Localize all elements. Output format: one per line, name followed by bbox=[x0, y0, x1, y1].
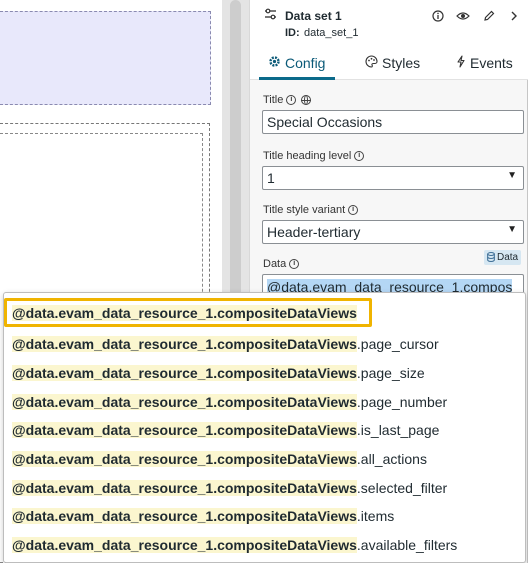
title-input[interactable]: Special Occasions bbox=[262, 110, 524, 134]
data-field-label: Data i bbox=[263, 258, 300, 270]
heading-level-select[interactable]: 1 ▼ bbox=[262, 166, 524, 190]
data-source-badge[interactable]: Data bbox=[484, 250, 522, 265]
component-id-value: data_set_1 bbox=[304, 27, 359, 39]
chevron-down-icon: ▼ bbox=[507, 170, 517, 181]
suggestion-suffix: .selected_filter bbox=[356, 479, 448, 496]
suggestion-item[interactable]: @data.evam_data_resource_1.compositeData… bbox=[4, 501, 525, 530]
info-icon[interactable]: i bbox=[354, 151, 365, 161]
lightning-icon bbox=[456, 55, 466, 71]
data-autocomplete-dropdown: @data.evam_data_resource_1.compositeData… bbox=[3, 292, 526, 563]
suggestion-match: @data.evam_data_resource_1.compositeData… bbox=[12, 450, 357, 467]
suggestion-suffix: .items bbox=[356, 507, 395, 524]
suggestion-item[interactable]: @data.evam_data_resource_1.compositeData… bbox=[4, 329, 525, 358]
canvas-block-header[interactable] bbox=[0, 11, 211, 105]
chevron-down-icon: ▼ bbox=[507, 224, 517, 235]
suggestion-suffix: .page_number bbox=[356, 393, 448, 410]
info-icon[interactable] bbox=[430, 8, 446, 24]
chevron-right-icon[interactable] bbox=[506, 8, 522, 24]
suggestion-match: @data.evam_data_resource_1.compositeData… bbox=[12, 335, 357, 352]
suggestion-match: @data.evam_data_resource_1.compositeData… bbox=[12, 393, 357, 410]
heading-level-label-text: Title heading level bbox=[263, 150, 352, 162]
suggestion-item[interactable]: @data.evam_data_resource_1.compositeData… bbox=[4, 415, 525, 444]
suggestion-item[interactable]: @data.evam_data_resource_1.compositeData… bbox=[4, 387, 525, 416]
title-field-label: Title i bbox=[263, 94, 312, 106]
style-variant-label: Title style variant i bbox=[263, 204, 359, 216]
suggestion-item[interactable]: @data.evam_data_resource_1.compositeData… bbox=[4, 358, 525, 387]
heading-level-value: 1 bbox=[267, 170, 275, 186]
suggestion-suffix: .is_last_page bbox=[356, 421, 440, 438]
suggestion-match: @data.evam_data_resource_1.compositeData… bbox=[12, 507, 357, 524]
gear-icon bbox=[268, 55, 281, 71]
info-icon[interactable]: i bbox=[348, 205, 359, 215]
suggestion-suffix: .page_size bbox=[356, 364, 425, 381]
suggestion-match: @data.evam_data_resource_1.compositeData… bbox=[12, 479, 357, 496]
data-label-text: Data bbox=[263, 258, 287, 270]
style-variant-label-text: Title style variant bbox=[263, 204, 346, 216]
component-id-label: ID: bbox=[285, 27, 300, 39]
info-icon[interactable]: i bbox=[289, 259, 300, 269]
suggestion-item[interactable]: @data.evam_data_resource_1.compositeData… bbox=[4, 530, 525, 559]
style-variant-value: Header-tertiary bbox=[267, 224, 361, 240]
info-icon[interactable]: i bbox=[286, 95, 297, 105]
tab-config-label: Config bbox=[285, 55, 326, 71]
style-variant-select[interactable]: Header-tertiary ▼ bbox=[262, 220, 524, 244]
suggestion-item[interactable]: @data.evam_data_resource_1.compositeData… bbox=[4, 473, 525, 502]
globe-icon[interactable] bbox=[301, 95, 312, 105]
component-title: Data set 1 bbox=[285, 9, 342, 23]
panel-header: Data set 1 ID: data_set_1 bbox=[250, 0, 528, 46]
pencil-icon[interactable] bbox=[481, 8, 497, 24]
tab-styles-label: Styles bbox=[382, 55, 421, 71]
suggestion-match: @data.evam_data_resource_1.compositeData… bbox=[12, 421, 357, 438]
suggestion-suffix: .page_cursor bbox=[356, 335, 439, 352]
suggestion-match: @data.evam_data_resource_1.compositeData… bbox=[12, 304, 357, 321]
suggestion-suffix: .available_filters bbox=[356, 536, 458, 553]
suggestion-suffix: .all_actions bbox=[356, 450, 427, 467]
title-label-text: Title bbox=[263, 94, 284, 106]
panel-tabs: Config Styles Events bbox=[250, 46, 528, 80]
tab-config[interactable]: Config bbox=[268, 46, 325, 80]
suggestion-item[interactable]: @data.evam_data_resource_1.compositeData… bbox=[4, 298, 372, 327]
tab-events-label: Events bbox=[470, 55, 513, 71]
eye-icon[interactable] bbox=[455, 8, 471, 24]
sliders-icon bbox=[264, 8, 277, 23]
tab-events[interactable]: Events bbox=[456, 46, 513, 80]
palette-icon bbox=[365, 55, 378, 71]
suggestion-match: @data.evam_data_resource_1.compositeData… bbox=[12, 364, 357, 381]
data-badge-label: Data bbox=[497, 252, 519, 263]
suggestion-item[interactable]: @data.evam_data_resource_1.compositeData… bbox=[4, 444, 525, 473]
suggestion-match: @data.evam_data_resource_1.compositeData… bbox=[12, 536, 357, 553]
heading-level-label: Title heading level i bbox=[263, 150, 365, 162]
tab-styles[interactable]: Styles bbox=[365, 46, 420, 80]
database-icon bbox=[487, 251, 495, 264]
